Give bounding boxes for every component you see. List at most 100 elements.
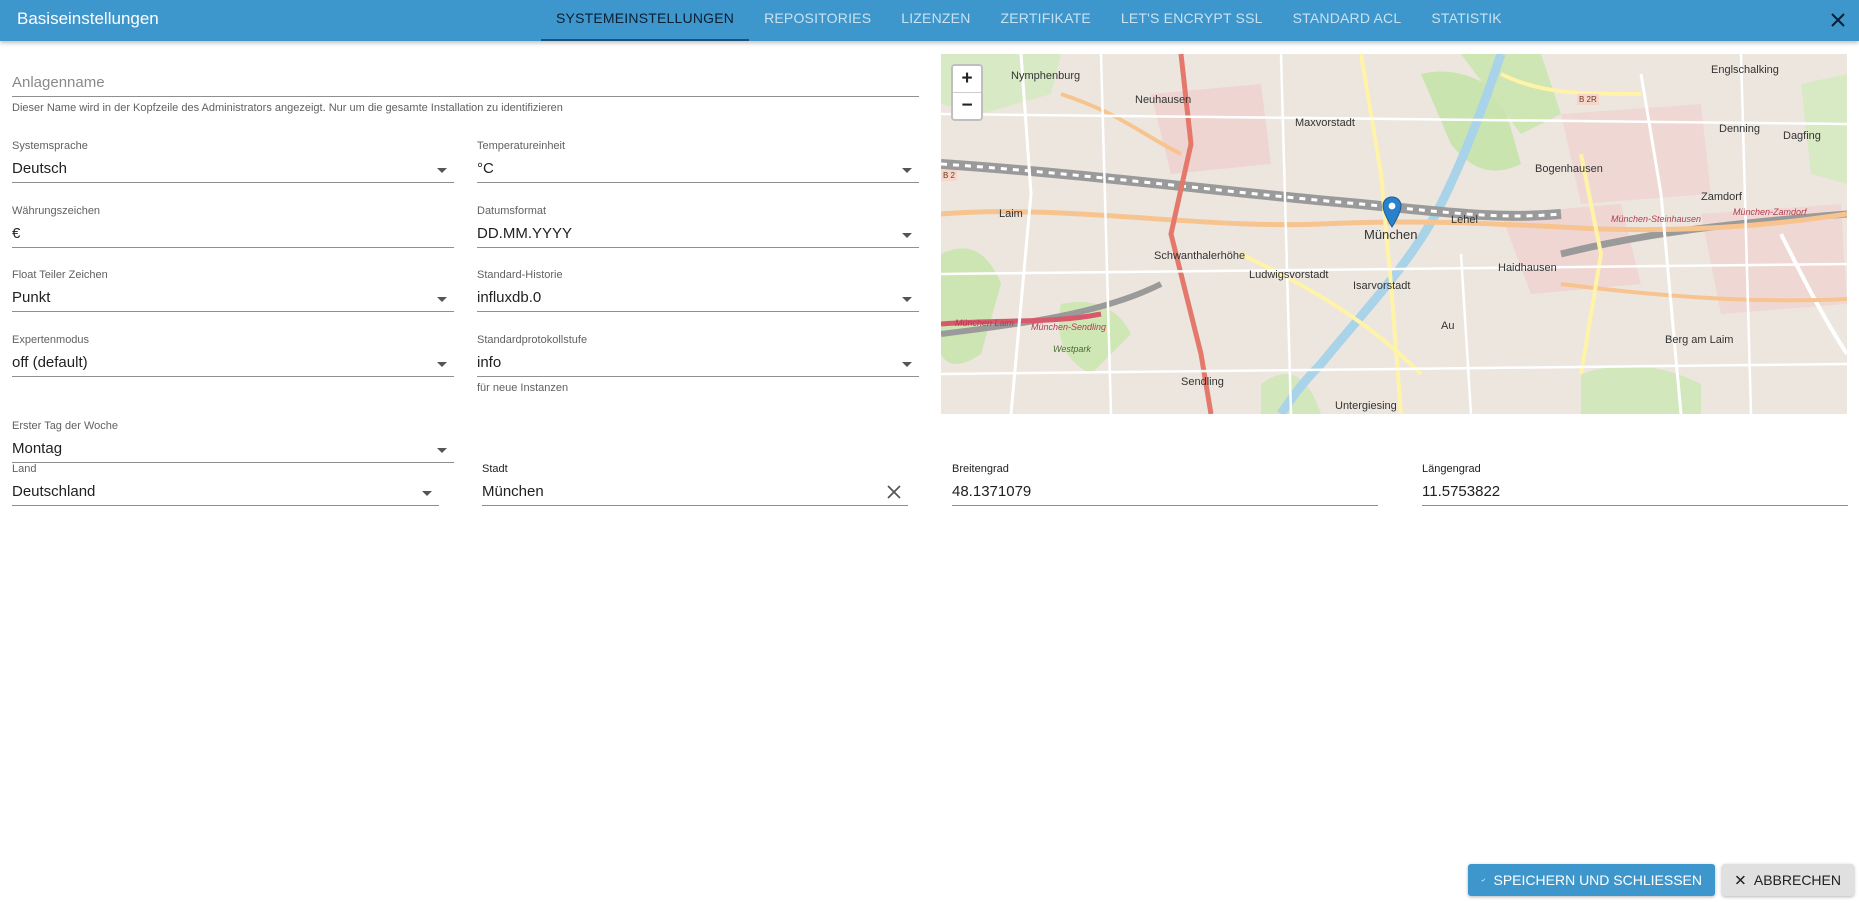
map-label: Berg am Laim — [1665, 334, 1734, 346]
map-label: Ludwigsvorstadt — [1249, 269, 1329, 281]
default-history-value: influxdb.0 — [477, 289, 542, 306]
chevron-down-icon — [437, 362, 447, 367]
city-input[interactable]: Stadt München — [482, 463, 908, 507]
location-map[interactable]: Nymphenburg Neuhausen Maxvorstadt Englsc… — [941, 54, 1847, 414]
temperature-unit-underline — [477, 182, 919, 183]
tab-lizenzen[interactable]: LIZENZEN — [886, 0, 985, 41]
default-log-level-select[interactable]: Standardprotokollstufe info für neue Ins… — [477, 334, 919, 396]
chevron-down-icon — [437, 168, 447, 173]
map-label: Dagfing — [1783, 130, 1821, 142]
longitude-label: Längengrad — [1422, 463, 1481, 475]
check-icon — [1481, 878, 1486, 882]
default-log-level-label: Standardprotokollstufe — [477, 334, 588, 346]
map-label: Nymphenburg — [1011, 70, 1081, 82]
map-label: Laim — [999, 208, 1023, 220]
float-separator-select[interactable]: Float Teiler Zeichen Punkt — [12, 269, 454, 313]
default-log-level-helper: für neue Instanzen — [477, 382, 569, 394]
map-label: Zamdorf — [1701, 191, 1742, 203]
latitude-label: Breitengrad — [952, 463, 1009, 475]
date-format-select[interactable]: Datumsformat DD.MM.YYYY — [477, 205, 919, 249]
latitude-underline — [952, 505, 1378, 506]
city-label: Stadt — [482, 463, 508, 475]
first-day-select[interactable]: Erster Tag der Woche Montag — [12, 420, 454, 464]
clear-icon[interactable] — [887, 485, 901, 499]
currency-value[interactable]: € — [12, 225, 20, 242]
map-label: Westpark — [1053, 344, 1091, 354]
site-name-field[interactable]: Anlagenname Dieser Name wird in der Kopf… — [12, 70, 919, 120]
tab-standard-acl[interactable]: STANDARD ACL — [1278, 0, 1417, 41]
map-marker-label: München — [1364, 227, 1418, 242]
currency-underline — [12, 247, 454, 248]
chevron-down-icon — [422, 491, 432, 496]
chevron-down-icon — [902, 297, 912, 302]
save-and-close-label: SPEICHERN UND SCHLIESSEN — [1493, 872, 1703, 888]
close-icon — [1736, 875, 1745, 885]
latitude-input[interactable]: Breitengrad 48.1371079 — [952, 463, 1378, 507]
chevron-down-icon — [902, 362, 912, 367]
currency-label: Währungszeichen — [12, 205, 101, 217]
map-label: Maxvorstadt — [1295, 117, 1355, 129]
city-underline — [482, 505, 908, 506]
chevron-down-icon — [437, 448, 447, 453]
site-name-underline — [12, 96, 919, 97]
map-label: Schwanthalerhöhe — [1154, 250, 1246, 262]
map-label: Au — [1441, 320, 1455, 332]
site-name-input[interactable]: Anlagenname — [12, 74, 105, 91]
default-log-level-value: info — [477, 354, 502, 371]
map-label: Haidhausen — [1498, 262, 1557, 274]
expert-mode-select[interactable]: Expertenmodus off (default) — [12, 334, 454, 378]
chevron-down-icon — [437, 297, 447, 302]
system-language-underline — [12, 182, 454, 183]
map-label: B 2 — [941, 170, 958, 181]
float-separator-underline — [12, 311, 454, 312]
default-history-underline — [477, 311, 919, 312]
system-language-select[interactable]: Systemsprache Deutsch — [12, 140, 454, 184]
first-day-value: Montag — [12, 440, 63, 457]
longitude-underline — [1422, 505, 1848, 506]
map-label: München-Sendling — [1031, 322, 1107, 332]
tab-systemeinstellungen[interactable]: SYSTEMEINSTELLUNGEN — [541, 0, 750, 41]
dialog-header: Basiseinstellungen SYSTEMEINSTELLUNGEN R… — [0, 0, 1859, 41]
expert-mode-underline — [12, 376, 454, 377]
tab-statistik[interactable]: STATISTIK — [1416, 0, 1517, 41]
tab-lets-encrypt-ssl[interactable]: LET'S ENCRYPT SSL — [1106, 0, 1278, 41]
close-icon[interactable] — [1827, 9, 1849, 31]
system-language-value: Deutsch — [12, 160, 68, 177]
country-select[interactable]: Land Deutschland — [12, 463, 439, 507]
currency-input[interactable]: Währungszeichen € — [12, 205, 454, 249]
latitude-value[interactable]: 48.1371079 — [952, 483, 1031, 500]
chevron-down-icon — [902, 233, 912, 238]
country-underline — [12, 505, 439, 506]
save-and-close-button[interactable]: SPEICHERN UND SCHLIESSEN — [1468, 864, 1715, 896]
zoom-in-button[interactable]: + — [953, 66, 981, 92]
system-language-label: Systemsprache — [12, 140, 88, 152]
settings-tabs: SYSTEMEINSTELLUNGEN REPOSITORIES LIZENZE… — [541, 0, 1517, 41]
chevron-down-icon — [902, 168, 912, 173]
temperature-unit-value: °C — [477, 160, 494, 177]
map-label: München Laim — [955, 318, 1015, 328]
map-label: München-Steinhausen — [1611, 214, 1702, 224]
city-value[interactable]: München — [482, 483, 544, 500]
cancel-button[interactable]: ABBRECHEN — [1722, 864, 1854, 896]
map-label: Isarvorstadt — [1353, 280, 1411, 292]
temperature-unit-label: Temperatureinheit — [477, 140, 566, 152]
longitude-value[interactable]: 11.5753822 — [1422, 483, 1500, 500]
temperature-unit-select[interactable]: Temperatureinheit °C — [477, 140, 919, 184]
longitude-input[interactable]: Längengrad 11.5753822 — [1422, 463, 1848, 507]
map-marker-icon[interactable] — [1382, 196, 1402, 228]
map-label: Bogenhausen — [1535, 163, 1603, 175]
default-history-select[interactable]: Standard-Historie influxdb.0 — [477, 269, 919, 313]
tab-zertifikate[interactable]: ZERTIFIKATE — [986, 0, 1106, 41]
float-separator-label: Float Teiler Zeichen — [12, 269, 108, 281]
map-label: Untergiesing — [1335, 400, 1397, 412]
map-label: Denning — [1719, 123, 1760, 135]
map-label: Englschalking — [1711, 64, 1779, 76]
default-log-level-underline — [477, 376, 919, 377]
default-history-label: Standard-Historie — [477, 269, 563, 281]
date-format-value: DD.MM.YYYY — [477, 225, 573, 242]
expert-mode-label: Expertenmodus — [12, 334, 90, 346]
first-day-label: Erster Tag der Woche — [12, 420, 118, 432]
zoom-out-button[interactable]: − — [953, 92, 981, 119]
map-label: Lehel — [1451, 214, 1478, 226]
tab-repositories[interactable]: REPOSITORIES — [749, 0, 886, 41]
